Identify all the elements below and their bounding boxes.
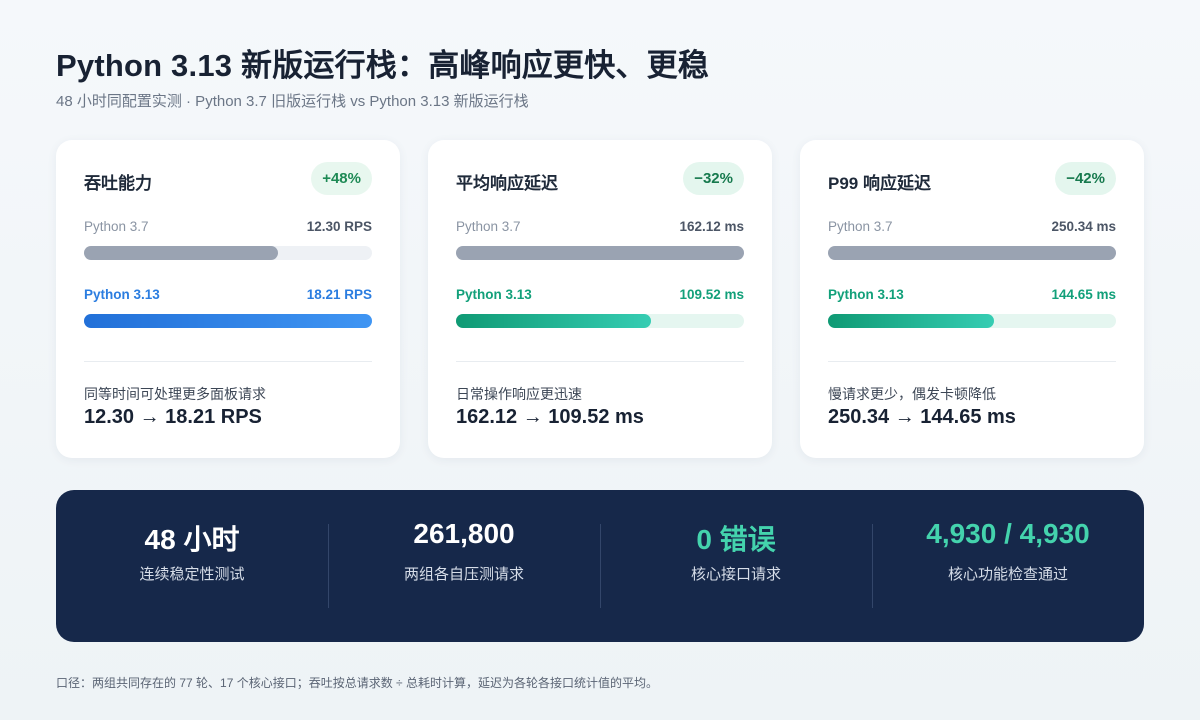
old-version-value: 250.34 ms (1051, 219, 1116, 234)
old-version-label: Python 3.7 (84, 219, 149, 234)
new-version-bar-fill (84, 314, 372, 328)
old-version-bar-fill (84, 246, 279, 260)
change-badge: −42% (1055, 162, 1116, 195)
new-version-value: 109.52 ms (679, 287, 744, 302)
old-version-label: Python 3.7 (828, 219, 893, 234)
new-version-label: Python 3.13 (828, 287, 904, 302)
new-version-bar-fill (828, 314, 995, 328)
old-version-bar-fill (456, 246, 744, 260)
stat-value: 48 小时 (144, 524, 240, 555)
old-version-label: Python 3.7 (456, 219, 521, 234)
stat-value: 4,930 / 4,930 (926, 518, 1090, 549)
stat-label: 连续稳定性测试 (139, 566, 245, 583)
card-title: P99 响应延迟 (828, 174, 931, 193)
card-p99-latency: P99 响应延迟 −42% Python 3.7 250.34 ms Pytho… (800, 140, 1144, 458)
card-note: 慢请求更少，偶发卡顿降低 (828, 386, 996, 402)
new-version-label: Python 3.13 (456, 287, 532, 302)
new-version-value: 144.65 ms (1051, 287, 1116, 302)
card-throughput: 吞吐能力 +48% Python 3.7 12.30 RPS Python 3.… (56, 140, 400, 458)
change-badge: −32% (683, 162, 744, 195)
old-version-bar-track (828, 246, 1116, 260)
old-version-bar-track (84, 246, 372, 260)
stat-duration: 48 小时 连续稳定性测试 (56, 490, 328, 642)
new-version-bar-fill (456, 314, 651, 328)
card-title: 吞吐能力 (84, 174, 152, 193)
card-divider (456, 361, 744, 362)
page: Python 3.13 新版运行栈：高峰响应更快、更稳 48 小时同配置实测 ·… (0, 0, 1200, 720)
old-version-bar-fill (828, 246, 1116, 260)
card-compare: 162.12 → 109.52 ms (456, 406, 644, 428)
new-version-bar-track (84, 314, 372, 328)
card-compare: 12.30 → 18.21 RPS (84, 406, 262, 428)
new-version-bar-track (828, 314, 1116, 328)
stat-checks: 4,930 / 4,930 核心功能检查通过 (872, 490, 1144, 642)
methodology-footnote: 口径：两组共同存在的 77 轮、17 个核心接口；吞吐按总请求数 ÷ 总耗时计算… (56, 676, 658, 690)
stat-errors: 0 错误 核心接口请求 (600, 490, 872, 642)
stability-stats-panel: 48 小时 连续稳定性测试 261,800 两组各自压测请求 0 错误 核心接口… (56, 490, 1144, 642)
card-divider (84, 361, 372, 362)
card-compare: 250.34 → 144.65 ms (828, 406, 1016, 428)
stat-value: 0 错误 (696, 524, 776, 555)
old-version-value: 12.30 RPS (306, 219, 372, 234)
new-version-value: 18.21 RPS (306, 287, 372, 302)
change-badge: +48% (311, 162, 372, 195)
old-version-bar-track (456, 246, 744, 260)
card-note: 日常操作响应更迅速 (456, 386, 582, 402)
stat-value: 261,800 (413, 518, 515, 549)
card-avg-latency: 平均响应延迟 −32% Python 3.7 162.12 ms Python … (428, 140, 772, 458)
stat-label: 两组各自压测请求 (403, 566, 524, 583)
page-subtitle: 48 小时同配置实测 · Python 3.7 旧版运行栈 vs Python … (56, 93, 529, 110)
stat-label: 核心接口请求 (690, 566, 781, 583)
card-note: 同等时间可处理更多面板请求 (84, 386, 266, 402)
old-version-value: 162.12 ms (679, 219, 744, 234)
card-title: 平均响应延迟 (456, 174, 558, 193)
page-title: Python 3.13 新版运行栈：高峰响应更快、更稳 (56, 48, 710, 83)
stat-requests: 261,800 两组各自压测请求 (328, 490, 600, 642)
card-divider (828, 361, 1116, 362)
new-version-bar-track (456, 314, 744, 328)
new-version-label: Python 3.13 (84, 287, 160, 302)
stat-label: 核心功能检查通过 (947, 566, 1068, 583)
